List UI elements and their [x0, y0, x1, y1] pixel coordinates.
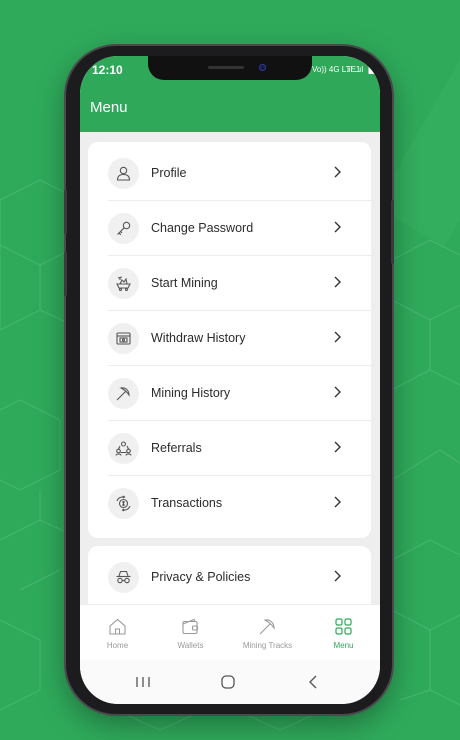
chevron-right-icon	[334, 386, 341, 398]
chevron-right-icon	[334, 166, 341, 178]
nav-home[interactable]: Home	[80, 605, 155, 661]
nav-wallets[interactable]: Wallets	[153, 605, 228, 661]
system-nav-bar	[80, 660, 380, 704]
back-icon[interactable]	[298, 672, 328, 692]
menu-item-label: Referrals	[151, 441, 202, 455]
nav-label: Home	[106, 641, 129, 650]
menu-card: Profile Change Password Start Mining Wit…	[88, 142, 371, 538]
key-icon	[108, 213, 139, 244]
chevron-right-icon	[334, 496, 341, 508]
menu-item-privacy-policies[interactable]: Privacy & Policies	[88, 550, 371, 605]
bottom-nav: Home Wallets Mining Tracks Menu	[80, 604, 380, 660]
menu-item-mining-history[interactable]: Mining History	[88, 366, 371, 421]
chevron-right-icon	[334, 331, 341, 343]
menu-item-label: Profile	[151, 166, 187, 180]
wallet-icon	[182, 618, 199, 635]
chevron-right-icon	[334, 276, 341, 288]
menu-item-label: Mining History	[151, 386, 231, 400]
page-title: Menu	[90, 99, 128, 116]
incognito-icon	[108, 562, 139, 593]
menu-item-label: Start Mining	[151, 276, 218, 290]
menu-item-label: Transactions	[151, 496, 223, 510]
chevron-right-icon	[334, 221, 341, 233]
menu-item-withdraw-history[interactable]: Withdraw History	[88, 311, 371, 366]
nav-label: Menu	[333, 641, 354, 650]
recents-icon[interactable]	[128, 672, 158, 692]
menu-item-transactions[interactable]: Transactions	[88, 476, 371, 531]
chevron-right-icon	[334, 570, 341, 582]
battery-icon	[368, 66, 375, 74]
mining-cart-icon	[108, 268, 139, 299]
grid-icon	[335, 618, 352, 635]
transactions-icon	[108, 488, 139, 519]
menu-item-change-password[interactable]: Change Password	[88, 201, 371, 256]
status-time: 12:10	[92, 63, 123, 77]
withdraw-icon	[108, 323, 139, 354]
nav-label: Wallets	[177, 641, 204, 650]
menu-item-start-mining[interactable]: Start Mining	[88, 256, 371, 311]
home-icon	[109, 618, 126, 635]
referrals-icon	[108, 433, 139, 464]
home-button-icon[interactable]	[213, 672, 243, 692]
menu-item-label: Change Password	[151, 221, 254, 235]
menu-item-profile[interactable]: Profile	[88, 146, 371, 201]
camera-notch	[148, 56, 312, 80]
phone-screen: 12:10 Vo)) 4G LTE1 ..ıl ..ıl Menu Profil…	[80, 56, 380, 704]
menu-item-label: Privacy & Policies	[151, 570, 251, 584]
speaker-grille	[208, 66, 244, 69]
volume-down-button	[64, 252, 67, 296]
menu-item-referrals[interactable]: Referrals	[88, 421, 371, 476]
pickaxe-icon	[108, 378, 139, 409]
status-signal: ..ıl ..ıl	[344, 65, 364, 74]
profile-icon	[108, 158, 139, 189]
nav-label: Mining Tracks	[242, 641, 293, 650]
nav-mining-tracks[interactable]: Mining Tracks	[230, 605, 305, 661]
chevron-right-icon	[334, 441, 341, 453]
app-bar: Menu	[80, 82, 380, 132]
nav-menu[interactable]: Menu	[306, 605, 380, 661]
volume-up-button	[64, 190, 67, 234]
menu-item-label: Withdraw History	[151, 331, 246, 345]
front-camera	[259, 64, 266, 71]
power-button	[391, 200, 394, 264]
pickaxe-icon	[259, 619, 275, 635]
